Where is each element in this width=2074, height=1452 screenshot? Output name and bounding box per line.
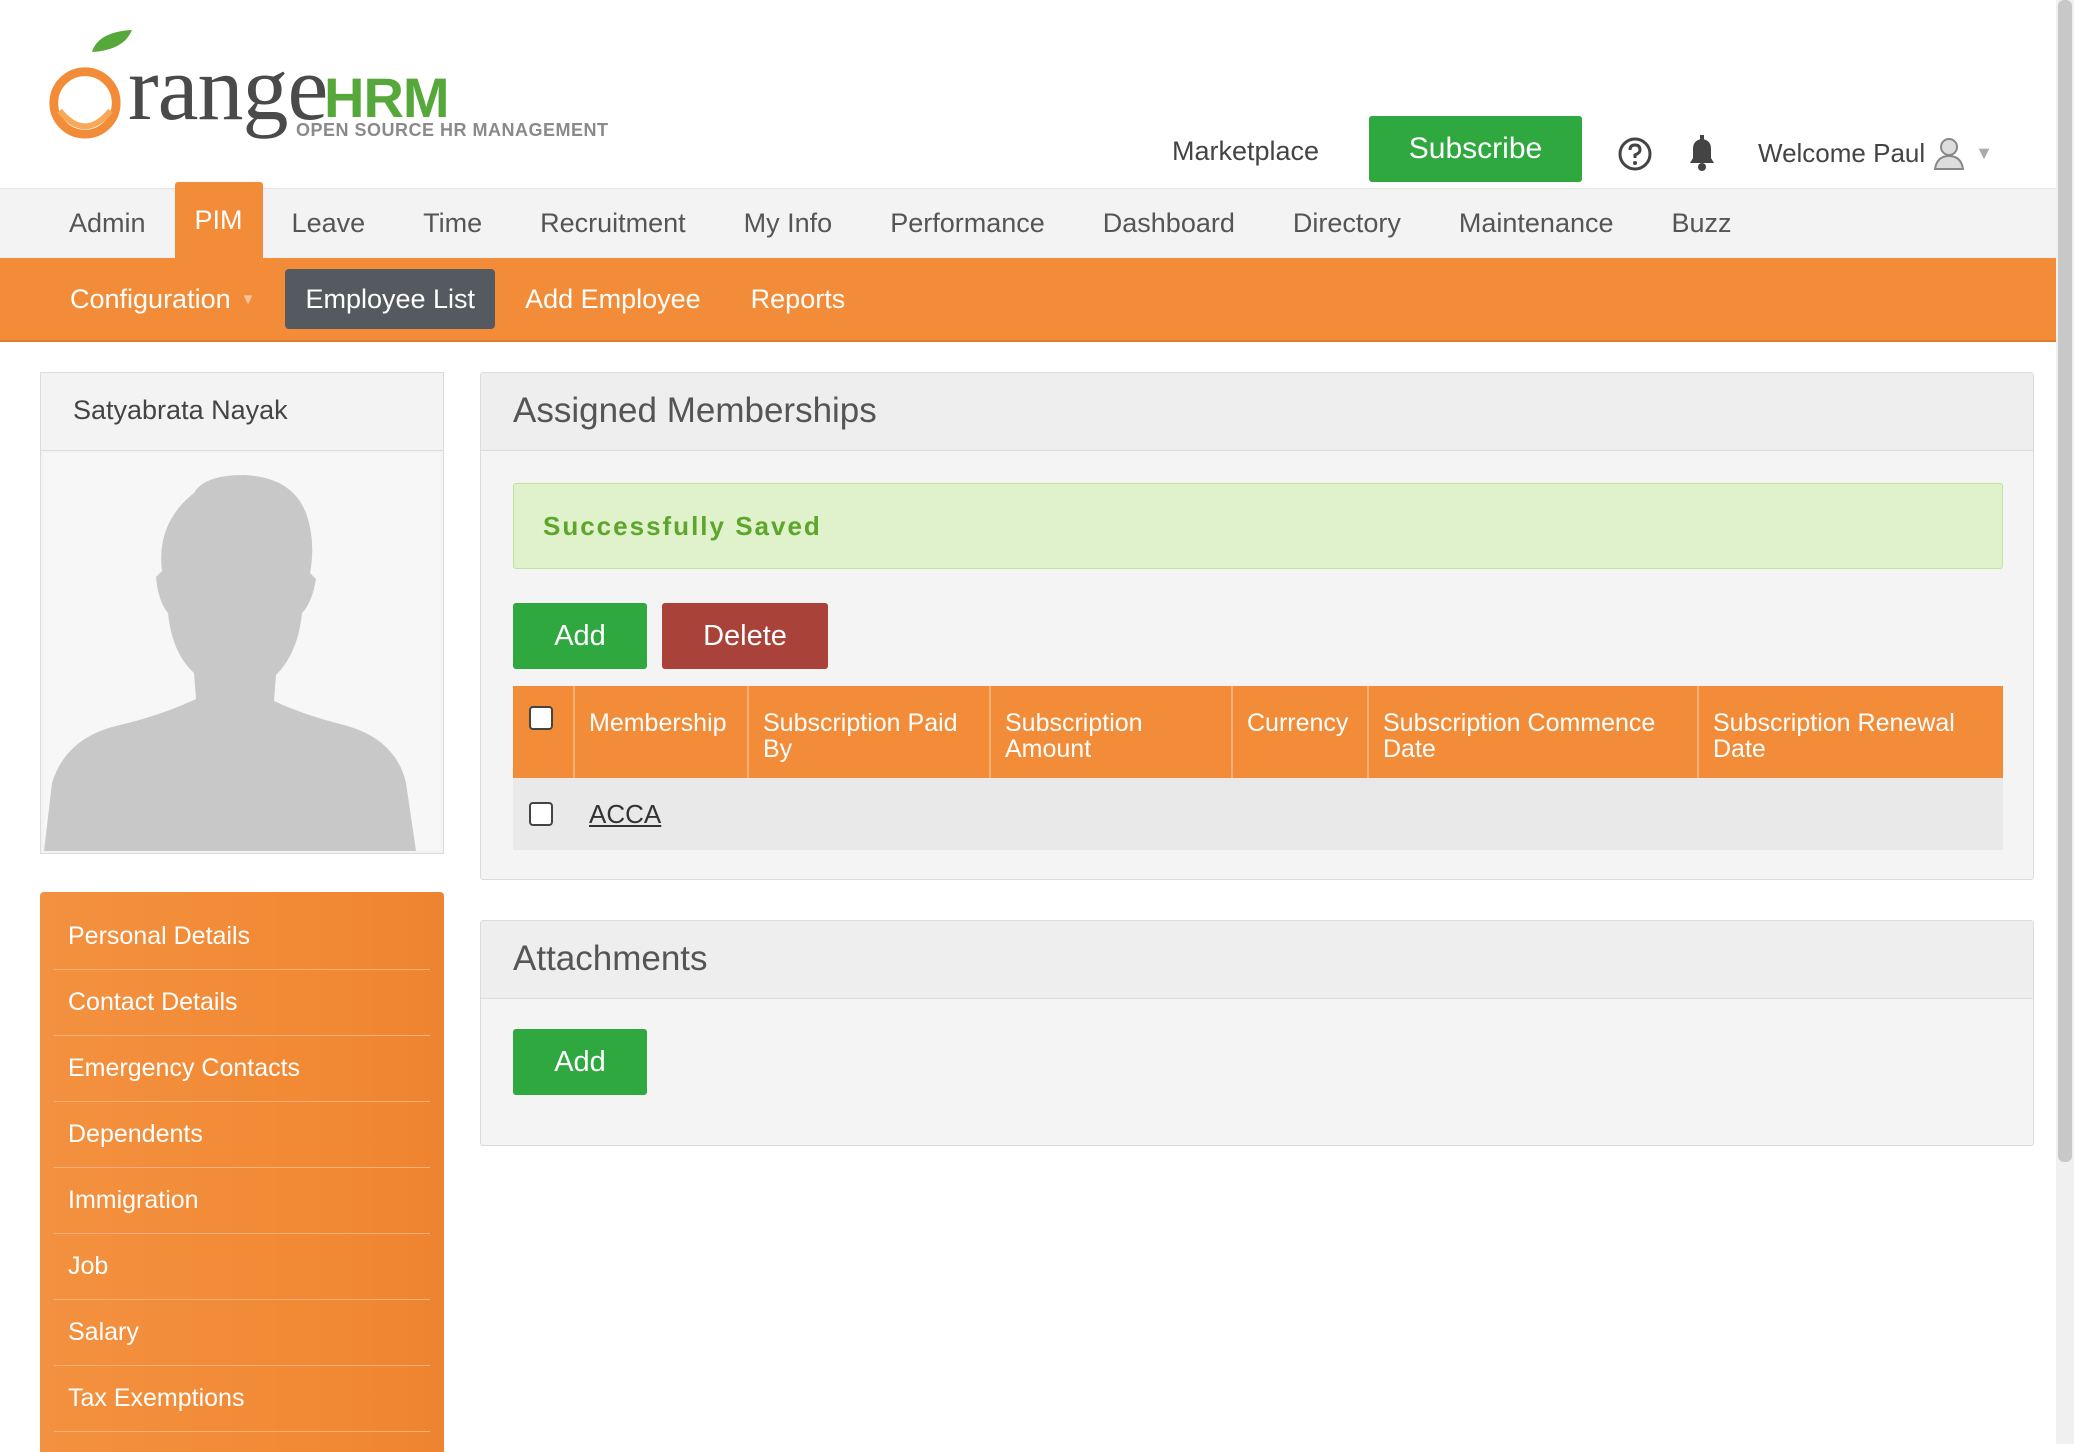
bell-icon[interactable] bbox=[1684, 133, 1720, 173]
column-subscription-amount[interactable]: Subscription Amount bbox=[991, 686, 1233, 778]
side-menu-immigration[interactable]: Immigration bbox=[54, 1168, 430, 1234]
profile-card: Satyabrata Nayak bbox=[40, 372, 444, 854]
sub-nav: Configuration ▼ Employee List Add Employ… bbox=[0, 258, 2056, 342]
membership-cell: ACCA bbox=[575, 799, 749, 830]
nav-recruitment[interactable]: Recruitment bbox=[511, 189, 715, 258]
marketplace-link[interactable]: Marketplace bbox=[1172, 136, 1319, 167]
header: range HRM OPEN SOURCE HR MANAGEMENT Mark… bbox=[0, 0, 2056, 188]
attachments-title: Attachments bbox=[481, 921, 2033, 999]
help-circle-icon[interactable] bbox=[1617, 136, 1653, 172]
side-menu-salary[interactable]: Salary bbox=[54, 1300, 430, 1366]
column-subscription-paid-by[interactable]: Subscription Paid By bbox=[749, 686, 991, 778]
row-select-cell bbox=[513, 802, 575, 826]
memberships-table: Membership Subscription Paid By Subscrip… bbox=[513, 686, 2003, 850]
select-all-cell bbox=[513, 686, 575, 778]
user-avatar-icon bbox=[1933, 138, 1965, 170]
nav-time[interactable]: Time bbox=[394, 189, 511, 258]
nav-performance[interactable]: Performance bbox=[861, 189, 1074, 258]
side-menu-tax-exemptions[interactable]: Tax Exemptions bbox=[54, 1366, 430, 1432]
column-currency[interactable]: Currency bbox=[1233, 686, 1369, 778]
subnav-reports[interactable]: Reports bbox=[731, 269, 866, 329]
side-menu-contact-details[interactable]: Contact Details bbox=[54, 970, 430, 1036]
memberships-title: Assigned Memberships bbox=[481, 373, 2033, 451]
person-silhouette-icon bbox=[44, 475, 416, 851]
subscribe-button[interactable]: Subscribe bbox=[1369, 116, 1582, 182]
scrollbar-thumb[interactable] bbox=[2058, 0, 2072, 1162]
nav-admin[interactable]: Admin bbox=[40, 189, 175, 258]
success-message: Successfully Saved bbox=[513, 483, 2003, 569]
select-all-checkbox[interactable] bbox=[529, 706, 553, 730]
nav-pim[interactable]: PIM bbox=[174, 182, 263, 258]
add-attachment-button[interactable]: Add bbox=[513, 1029, 647, 1095]
nav-dashboard[interactable]: Dashboard bbox=[1074, 189, 1264, 258]
column-membership[interactable]: Membership bbox=[575, 686, 749, 778]
subnav-add-employee[interactable]: Add Employee bbox=[505, 269, 721, 329]
table-row: ACCA bbox=[513, 778, 2003, 850]
subnav-configuration-label: Configuration bbox=[70, 283, 231, 314]
side-menu-job[interactable]: Job bbox=[54, 1234, 430, 1300]
subnav-employee-list[interactable]: Employee List bbox=[285, 269, 496, 329]
assigned-memberships-panel: Assigned Memberships Successfully Saved … bbox=[480, 372, 2034, 880]
column-subscription-commence-date[interactable]: Subscription Commence Date bbox=[1369, 686, 1699, 778]
dropdown-arrow-icon: ▼ bbox=[240, 290, 256, 308]
row-checkbox[interactable] bbox=[529, 802, 553, 826]
chevron-down-icon: ▼ bbox=[1975, 142, 1993, 163]
subnav-configuration[interactable]: Configuration ▼ bbox=[50, 269, 275, 329]
attachments-panel: Attachments Add bbox=[480, 920, 2034, 1146]
nav-maintenance[interactable]: Maintenance bbox=[1430, 189, 1643, 258]
side-menu-emergency-contacts[interactable]: Emergency Contacts bbox=[54, 1036, 430, 1102]
add-membership-button[interactable]: Add bbox=[513, 603, 647, 669]
welcome-text: Welcome Paul bbox=[1758, 137, 1926, 168]
nav-directory[interactable]: Directory bbox=[1264, 189, 1430, 258]
table-header: Membership Subscription Paid By Subscrip… bbox=[513, 686, 2003, 778]
membership-link[interactable]: ACCA bbox=[589, 799, 661, 829]
employee-name: Satyabrata Nayak bbox=[41, 373, 443, 451]
side-menu-personal-details[interactable]: Personal Details bbox=[54, 904, 430, 970]
employee-photo[interactable] bbox=[44, 453, 440, 851]
main-nav: Admin PIM Leave Time Recruitment My Info… bbox=[0, 182, 2056, 258]
side-menu-dependents[interactable]: Dependents bbox=[54, 1102, 430, 1168]
nav-leave[interactable]: Leave bbox=[263, 189, 395, 258]
user-menu[interactable]: Welcome Paul ▼ bbox=[1758, 136, 1993, 170]
nav-my-info[interactable]: My Info bbox=[715, 189, 862, 258]
nav-buzz[interactable]: Buzz bbox=[1643, 189, 1761, 258]
delete-membership-button[interactable]: Delete bbox=[662, 603, 828, 669]
column-subscription-renewal-date[interactable]: Subscription Renewal Date bbox=[1699, 686, 2003, 778]
top-right-bar: Marketplace Subscribe Welcome Paul ▼ bbox=[0, 116, 2056, 186]
employee-side-menu: Personal Details Contact Details Emergen… bbox=[40, 892, 444, 1452]
